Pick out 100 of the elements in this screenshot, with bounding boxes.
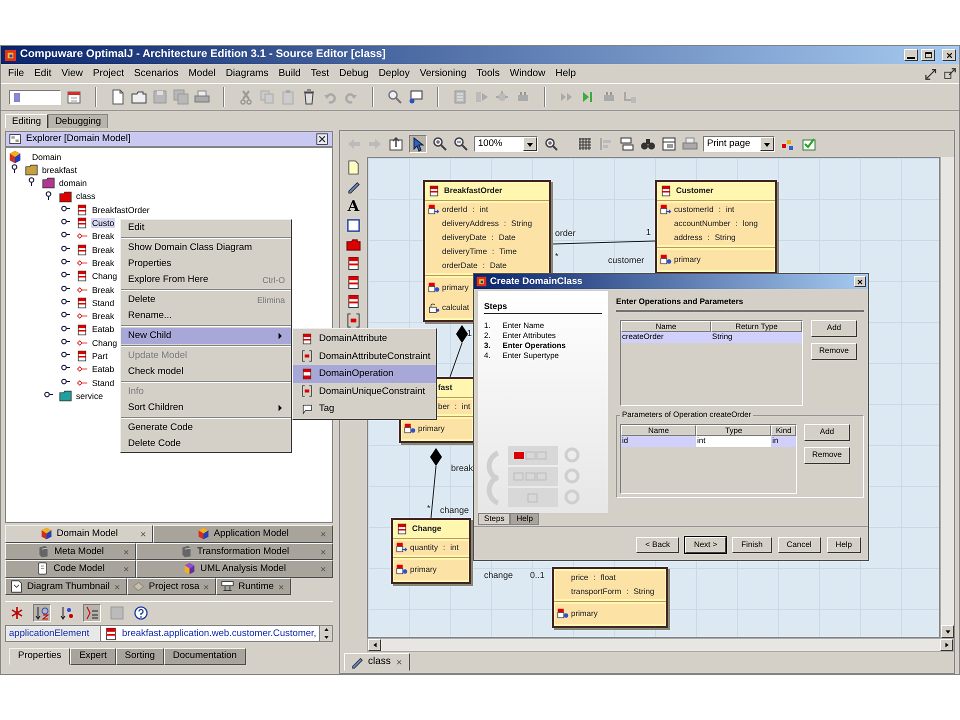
tree-item[interactable]: Break — [91, 231, 116, 242]
zoom-in-icon[interactable] — [432, 136, 448, 152]
attribute-row[interactable]: deliveryTime : Time — [426, 245, 548, 259]
restore-icon[interactable] — [925, 66, 939, 80]
close-icon[interactable] — [138, 530, 148, 539]
tree-item[interactable]: Break — [91, 258, 116, 268]
attribute-row[interactable]: deliveryAddress : String — [426, 217, 548, 231]
property-value[interactable]: breakfast.application.web.customer.Customer, — [122, 628, 316, 640]
menu-item[interactable]: Sort Children — [121, 400, 291, 416]
scrollbar[interactable] — [367, 638, 954, 652]
tree-item[interactable]: Stand — [91, 298, 116, 308]
minimize-button[interactable] — [904, 49, 918, 61]
attribute-row[interactable]: quantity : int — [394, 541, 468, 555]
pencil-icon[interactable] — [346, 179, 361, 194]
tab[interactable]: Application Model — [152, 525, 333, 542]
grid-icon[interactable] — [577, 136, 593, 152]
aggregation-line[interactable] — [430, 448, 442, 518]
menu-item[interactable]: Generate Code — [121, 420, 291, 436]
attribute-row[interactable]: price : float — [555, 571, 665, 585]
menu-item[interactable]: Scenarios — [128, 68, 184, 80]
dialog-button[interactable]: Add — [811, 320, 857, 337]
tree-item[interactable]: service — [75, 390, 104, 402]
tab[interactable]: Project rosa — [126, 578, 216, 595]
tree-item[interactable]: Break — [91, 311, 116, 322]
tab[interactable]: Transformation Model — [136, 542, 333, 560]
menu-item[interactable]: Versioning — [414, 68, 472, 80]
zoom-fit-icon[interactable] — [543, 136, 559, 152]
zoom-out-icon[interactable] — [453, 136, 469, 152]
layout-icon[interactable] — [619, 136, 635, 152]
print-icon[interactable] — [682, 136, 698, 152]
menu-item[interactable]: Check model — [121, 364, 291, 380]
attribute-row[interactable]: orderId : int — [426, 203, 548, 217]
class-node[interactable]: Change quantity : int primary — [391, 518, 471, 584]
class-node[interactable]: price : float transportForm : String primary — [552, 567, 668, 628]
menu-item[interactable]: Show Domain Class Diagram — [121, 240, 291, 256]
menu-item[interactable]: Properties — [121, 256, 291, 272]
menu-item[interactable]: Model — [183, 68, 221, 80]
input-field[interactable] — [9, 90, 61, 104]
tree-item[interactable]: Stand — [91, 378, 116, 388]
tree-item[interactable]: domain — [58, 178, 88, 188]
tree-item[interactable]: Part — [91, 351, 109, 362]
menu-item[interactable]: Edit — [121, 220, 291, 236]
attribute-row[interactable]: customerId : int — [658, 203, 774, 217]
tab[interactable]: Runtime — [216, 578, 291, 595]
menu-item[interactable]: Debug — [334, 68, 374, 80]
dialog-button[interactable]: Next > — [684, 537, 726, 553]
dialog-button[interactable]: Add — [804, 424, 850, 441]
menu-item[interactable]: DomainOperation — [293, 365, 436, 382]
calendar-icon[interactable] — [66, 89, 82, 105]
folder-icon[interactable] — [346, 237, 361, 252]
scrollbar[interactable] — [940, 157, 954, 638]
dialog-button[interactable]: Remove — [811, 342, 857, 360]
tree-item[interactable]: breakfast — [41, 164, 78, 176]
text-tool[interactable]: A — [348, 198, 360, 214]
close-button[interactable] — [942, 49, 956, 61]
attribute-row[interactable]: accountNumber : long — [658, 217, 774, 231]
tab[interactable]: class — [344, 653, 410, 671]
tab[interactable]: Domain Model — [5, 525, 153, 542]
tree-item[interactable]: BreakfastOrder — [91, 204, 151, 215]
binoculars-icon[interactable] — [640, 136, 656, 152]
menu-item[interactable]: DomainAttribute — [293, 330, 436, 348]
new-document-icon[interactable] — [110, 89, 126, 105]
tab[interactable]: Properties — [9, 648, 70, 665]
attribute-row[interactable]: deliveryDate : Date — [426, 231, 548, 245]
class-node[interactable]: Customer customerId : int accountNumber : long address : String primary — [655, 180, 777, 274]
comment-icon[interactable] — [408, 89, 424, 105]
menu-item[interactable]: Diagrams — [220, 68, 274, 80]
menu-item[interactable]: Tools — [471, 68, 505, 80]
dialog-button[interactable]: Cancel — [778, 537, 821, 553]
menu-item[interactable]: DomainAttributeConstraint — [293, 348, 436, 365]
tab[interactable]: Documentation — [164, 648, 246, 665]
scroll-up-icon[interactable] — [322, 626, 330, 634]
tab[interactable]: Meta Model — [5, 542, 136, 560]
association-line[interactable] — [552, 240, 656, 244]
tab[interactable]: Expert — [70, 648, 116, 665]
menu-item[interactable]: View — [56, 68, 88, 80]
page-dropdown[interactable]: Print page — [703, 136, 775, 152]
menu-item[interactable]: File — [3, 68, 30, 80]
menu-item[interactable]: Project — [88, 68, 129, 80]
class-icon[interactable] — [346, 275, 361, 290]
sort-icon[interactable] — [34, 604, 50, 620]
tree-item[interactable]: Eatab — [91, 364, 116, 374]
zoom-dropdown[interactable]: 100% — [474, 136, 538, 152]
dialog-button[interactable]: Remove — [804, 446, 850, 464]
menu-item[interactable]: Delete Elimina — [121, 292, 291, 308]
class-icon[interactable] — [346, 294, 361, 309]
tab[interactable]: Sorting — [116, 648, 164, 665]
menu-item[interactable]: Test — [306, 68, 334, 80]
dialog-button[interactable]: Finish — [732, 537, 772, 553]
aggregation-line[interactable] — [450, 325, 468, 378]
tab[interactable]: Diagram Thumbnail — [5, 578, 127, 595]
note-icon[interactable] — [346, 160, 361, 175]
constraint-icon[interactable] — [346, 313, 361, 328]
menu-item[interactable]: Delete Code — [121, 436, 291, 452]
menu-item[interactable]: Window — [504, 68, 550, 80]
tab[interactable]: UML Analysis Model — [136, 560, 333, 578]
rectangle-icon[interactable] — [346, 218, 361, 233]
dialog-button[interactable]: < Back — [636, 537, 679, 553]
export-icon[interactable] — [388, 136, 404, 152]
delete-icon[interactable] — [301, 89, 317, 105]
